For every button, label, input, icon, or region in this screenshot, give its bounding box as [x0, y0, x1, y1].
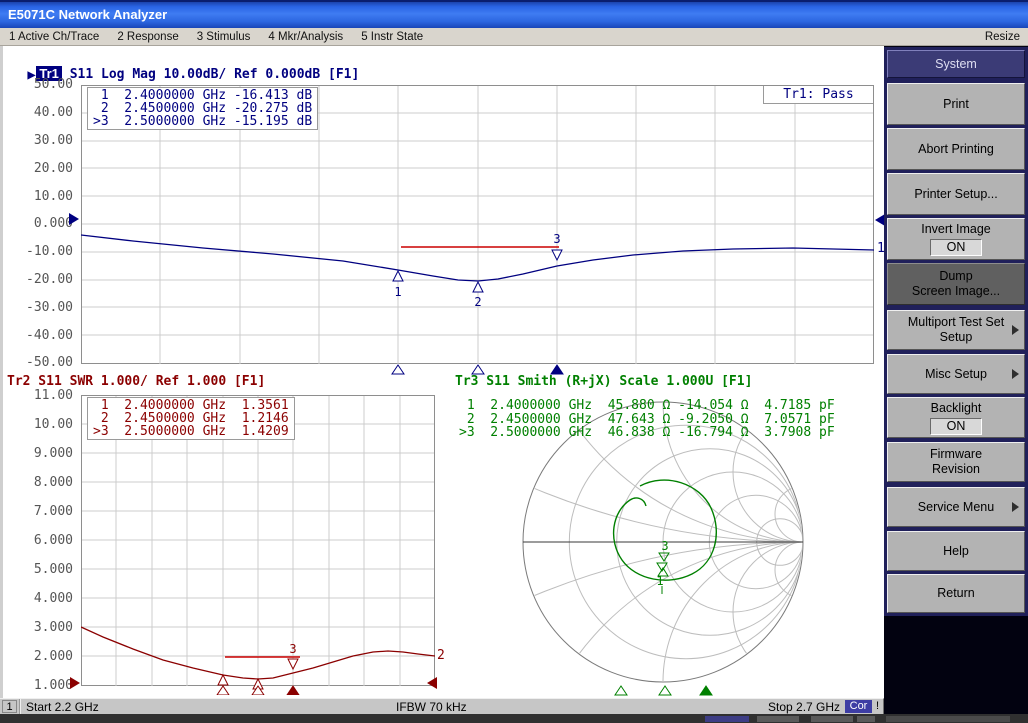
statusbar: 1 Start 2.2 GHz IFBW 70 kHz Stop 2.7 GHz…	[0, 698, 884, 714]
tr1-limit-status: Tr1: Pass	[763, 86, 873, 104]
strip-segment	[757, 716, 799, 722]
menu-item-resize[interactable]: Resize	[985, 31, 1020, 43]
menu-item-response[interactable]: 2 Response	[108, 31, 187, 43]
softkey-abort-printing[interactable]: Abort Printing	[887, 128, 1025, 170]
tr2-marker-table: 1 2.4000000 GHz 1.3561 2 2.4500000 GHz 1…	[87, 397, 295, 440]
tr1-header-label: S11 Log Mag 10.00dB/ Ref 0.000dB [F1]	[70, 67, 360, 82]
softkey-return[interactable]: Return	[887, 574, 1025, 613]
tr3-marker1-label: 1	[656, 574, 663, 588]
strip-segment	[857, 716, 875, 722]
statusbar-channel: 1	[2, 700, 17, 713]
tr3-marker-row: 1 2.4000000 GHz 45.880 Ω -14.054 Ω 4.718…	[459, 399, 835, 413]
tr2-y-tick: 2.000	[5, 642, 73, 671]
menu-item-stimulus[interactable]: 3 Stimulus	[188, 31, 260, 43]
softkey-multiport-test-set-setup[interactable]: Multiport Test Set Setup	[887, 310, 1025, 350]
tr2-y-tick: 9.000	[5, 439, 73, 468]
submenu-arrow-icon	[1012, 502, 1019, 512]
softkey-invert-image-state: ON	[930, 239, 983, 256]
tr1-stimulus-markers	[392, 365, 563, 374]
tr2-stimulus-markers	[217, 686, 299, 695]
statusbar-separator	[19, 699, 20, 715]
softkey-system[interactable]: System	[887, 50, 1025, 78]
tr2-y-tick: 3.000	[5, 613, 73, 642]
tr1-marker-table: 1 2.4000000 GHz -16.413 dB 2 2.4500000 G…	[87, 87, 318, 130]
softkey-help[interactable]: Help	[887, 531, 1025, 571]
strip-segment	[811, 716, 853, 722]
strip-segment	[705, 716, 749, 722]
menu-item-active-ch-trace[interactable]: 1 Active Ch/Trace	[0, 31, 108, 43]
submenu-arrow-icon	[1012, 369, 1019, 379]
tr1-y-tick: 40.00	[5, 99, 73, 127]
menubar: 1 Active Ch/Trace 2 Response 3 Stimulus …	[0, 28, 1028, 46]
tr1-y-tick: -40.00	[5, 321, 73, 349]
tr2-y-tick: 4.000	[5, 584, 73, 613]
tr1-y-tick: 30.00	[5, 127, 73, 155]
tr1-marker1-label: 1	[394, 285, 401, 299]
tr2-y-tick: 7.000	[5, 497, 73, 526]
softkey-backlight-state: ON	[930, 418, 983, 435]
tr2-y-tick: 6.000	[5, 526, 73, 555]
tr1-y-tick: -50.00	[5, 349, 73, 377]
tr1-marker3-label: 3	[553, 232, 560, 246]
tr1-y-tick: -30.00	[5, 293, 73, 321]
statusbar-warning-icon: !	[876, 700, 879, 712]
tr2-marker3-label: 3	[289, 642, 296, 656]
tr3-smith-chart: 3 1	[508, 400, 824, 698]
tr2-y-tick: 1.000	[5, 671, 73, 700]
tr2-ref-level-marker-right-icon	[427, 677, 437, 689]
tr2-y-tick: 5.000	[5, 555, 73, 584]
window-titlebar: E5071C Network Analyzer	[0, 0, 1028, 28]
softkey-dump-screen-image[interactable]: Dump Screen Image...	[887, 263, 1025, 305]
tr1-y-tick: 10.00	[5, 182, 73, 210]
tr2-y-tick: 10.00	[5, 410, 73, 439]
softkey-backlight-label: Backlight	[931, 401, 982, 416]
tr2-y-axis-labels: 11.0010.009.0008.0007.0006.0005.0004.000…	[5, 381, 73, 700]
statusbar-stop-frequency: Stop 2.7 GHz	[768, 700, 840, 714]
tr3-marker-row: >3 2.5000000 GHz 46.838 Ω -16.794 Ω 3.79…	[459, 426, 835, 440]
tr3-header[interactable]: Tr3 S11 Smith (R+jX) Scale 1.000U [F1]	[455, 374, 752, 389]
softkey-invert-image-label: Invert Image	[921, 222, 990, 237]
tr3-stimulus-markers	[615, 686, 712, 695]
tr2-y-tick: 11.00	[5, 381, 73, 410]
tr2-marker-row: >3 2.5000000 GHz 1.4209	[93, 425, 289, 438]
tr1-y-tick: 50.00	[5, 71, 73, 99]
softkey-misc-setup-label: Misc Setup	[925, 367, 987, 382]
tr1-y-tick: -20.00	[5, 266, 73, 294]
softkey-service-menu-label: Service Menu	[918, 500, 994, 515]
tr2-ref-level-marker-icon	[70, 677, 80, 689]
tr2-y-tick: 8.000	[5, 468, 73, 497]
submenu-arrow-icon	[1012, 325, 1019, 335]
instrument-status-strip	[0, 714, 1028, 723]
tr2-trace-number: 2	[437, 648, 445, 663]
menu-item-mkr-analysis[interactable]: 4 Mkr/Analysis	[259, 31, 352, 43]
display-area: ▶Tr1 S11 Log Mag 10.00dB/ Ref 0.000dB [F…	[0, 46, 884, 698]
tr1-y-tick: 20.00	[5, 154, 73, 182]
softkey-backlight[interactable]: Backlight ON	[887, 397, 1025, 438]
statusbar-start-frequency: Start 2.2 GHz	[26, 700, 99, 714]
tr1-y-tick: -10.00	[5, 238, 73, 266]
tr2-plot: 3	[81, 395, 435, 695]
tr3-marker-row: 2 2.4500000 GHz 47.643 Ω -9.2050 Ω 7.057…	[459, 413, 835, 427]
statusbar-ifbw: IFBW 70 kHz	[396, 700, 467, 714]
tr3-marker-table: 1 2.4000000 GHz 45.880 Ω -14.054 Ω 4.718…	[459, 399, 835, 440]
softkey-multiport-label: Multiport Test Set Setup	[908, 315, 1004, 345]
softkey-misc-setup[interactable]: Misc Setup	[887, 354, 1025, 394]
tr1-marker-row: >3 2.5000000 GHz -15.195 dB	[93, 115, 312, 128]
tr3-marker3-label: 3	[661, 539, 668, 553]
tr1-marker2-label: 2	[474, 295, 481, 309]
tr1-ref-level-marker-icon	[69, 213, 79, 225]
statusbar-correction-badge: Cor	[845, 700, 872, 713]
softkey-printer-setup[interactable]: Printer Setup...	[887, 173, 1025, 215]
softkey-service-menu[interactable]: Service Menu	[887, 487, 1025, 527]
softkey-sidebar: System Print Abort Printing Printer Setu…	[884, 46, 1028, 723]
tr1-y-axis-labels: 50.0040.0030.0020.0010.000.000-10.00-20.…	[5, 71, 73, 377]
menu-item-instr-state[interactable]: 5 Instr State	[352, 31, 432, 43]
strip-segment	[886, 716, 1010, 722]
softkey-print[interactable]: Print	[887, 83, 1025, 125]
softkey-firmware-revision[interactable]: Firmware Revision	[887, 442, 1025, 482]
window-title: E5071C Network Analyzer	[8, 7, 167, 22]
softkey-invert-image[interactable]: Invert Image ON	[887, 218, 1025, 260]
instrument-screen: E5071C Network Analyzer 1 Active Ch/Trac…	[0, 0, 1028, 723]
tr1-y-tick: 0.000	[5, 210, 73, 238]
